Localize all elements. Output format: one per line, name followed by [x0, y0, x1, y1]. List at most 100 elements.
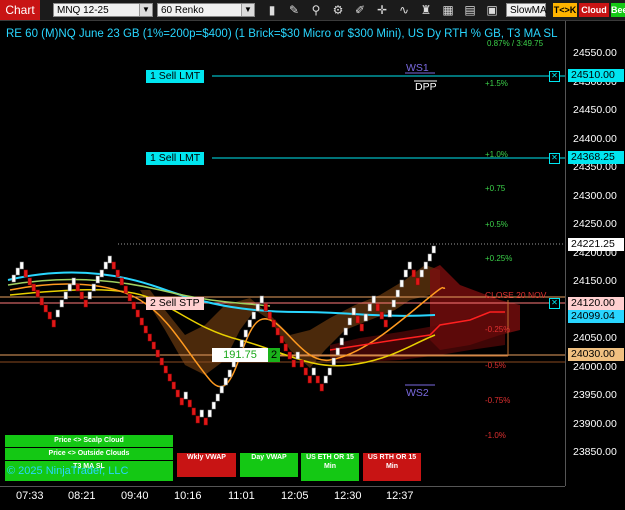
up-brick: [423, 261, 428, 270]
down-brick: [83, 299, 88, 308]
cloud-button[interactable]: Cloud: [579, 3, 609, 17]
price-tick: 24250.00: [573, 218, 617, 230]
layout-icon[interactable]: ▤: [462, 2, 478, 18]
crosshair-icon[interactable]: ✛: [374, 2, 390, 18]
down-brick: [287, 351, 292, 360]
snapshot-icon[interactable]: ▣: [484, 2, 500, 18]
up-brick: [427, 253, 432, 262]
down-brick: [47, 311, 52, 320]
up-brick: [347, 317, 352, 326]
sell-lmt-order-1[interactable]: 1 Sell LMT: [146, 70, 205, 83]
up-brick: [311, 367, 316, 376]
up-brick: [335, 347, 340, 356]
pct-label: +0.25%: [485, 254, 513, 263]
time-tick: 12:37: [386, 490, 414, 502]
price-tick: 23900.00: [573, 417, 617, 430]
study-selector[interactable]: SlowMA: [506, 3, 547, 17]
us-rth-or-button[interactable]: US RTH OR 15 Min: [363, 453, 421, 481]
price-tick: 24000.00: [573, 360, 617, 373]
up-brick: [331, 357, 336, 366]
down-brick: [23, 269, 28, 278]
down-brick: [27, 277, 32, 286]
down-brick: [167, 373, 172, 382]
up-brick: [367, 303, 372, 312]
up-brick: [343, 327, 348, 336]
up-brick: [103, 261, 108, 270]
properties-icon[interactable]: ⚙: [330, 2, 346, 18]
cancel-order-icon[interactable]: ✕: [549, 71, 560, 82]
tc-toggle-button[interactable]: T<>K: [553, 3, 577, 17]
up-brick: [55, 309, 60, 318]
toolbar: Chart MNQ 12-25 ▼ 60 Renko ▼ ▮ ✎ ⚲ ⚙ ✐ ✛…: [0, 0, 625, 21]
down-brick: [151, 341, 156, 350]
ws2-label: WS2: [406, 387, 429, 399]
up-brick: [407, 261, 412, 270]
down-brick: [267, 311, 272, 320]
wkly-vwap-button[interactable]: Wkly VWAP: [177, 453, 236, 477]
chevron-down-icon: ▼: [139, 4, 152, 16]
down-brick: [379, 311, 384, 320]
down-brick: [271, 319, 276, 328]
down-brick: [123, 285, 128, 294]
pct-label: +1.0%: [485, 150, 508, 159]
up-brick: [363, 313, 368, 322]
us-eth-or-button[interactable]: US ETH OR 15 Min: [301, 453, 359, 481]
down-brick: [291, 359, 296, 368]
down-brick: [31, 283, 36, 292]
time-tick: 12:05: [281, 490, 309, 502]
bar-chart-icon[interactable]: ▮: [264, 2, 280, 18]
down-brick: [383, 319, 388, 328]
strategies-icon[interactable]: ♜: [418, 2, 434, 18]
sell-stp-order[interactable]: 2 Sell STP: [146, 297, 204, 310]
down-brick: [171, 381, 176, 390]
up-brick: [67, 283, 72, 292]
ws1-label: WS1: [406, 62, 429, 74]
drawing-tools-icon[interactable]: ✐: [352, 2, 368, 18]
scalp-cloud-button[interactable]: Price <> Scalp Cloud: [5, 435, 173, 447]
position-avg-price[interactable]: 191.75: [212, 348, 268, 362]
zoom-icon[interactable]: ⚲: [308, 2, 324, 18]
cancel-order-icon[interactable]: ✕: [549, 153, 560, 164]
up-brick: [199, 409, 204, 418]
time-tick: 11:01: [228, 490, 255, 502]
pct-label: +1.5%: [485, 79, 508, 88]
sell-lmt-order-2[interactable]: 1 Sell LMT: [146, 152, 205, 165]
down-brick: [375, 303, 380, 312]
cyan-ma-price-tag: 24099.04: [568, 310, 624, 323]
down-brick: [139, 317, 144, 326]
sell-lmt-1-price-tag: 24510.00: [568, 69, 624, 82]
indicators-icon[interactable]: ∿: [396, 2, 412, 18]
instrument-selector[interactable]: MNQ 12-25 ▼: [53, 3, 153, 17]
up-brick: [95, 275, 100, 284]
data-box-icon[interactable]: ▦: [440, 2, 456, 18]
up-brick: [419, 269, 424, 278]
down-brick: [319, 383, 324, 392]
price-tick: 24450.00: [573, 104, 617, 116]
price-chart[interactable]: [0, 21, 565, 486]
up-brick: [223, 377, 228, 386]
cancel-order-icon[interactable]: ✕: [549, 298, 560, 309]
down-brick: [39, 297, 44, 306]
chart-tab[interactable]: Chart: [0, 0, 40, 20]
beep-button[interactable]: Beep: [611, 3, 625, 17]
up-brick: [99, 269, 104, 278]
up-brick: [403, 269, 408, 278]
pencil-icon[interactable]: ✎: [286, 2, 302, 18]
pct-label: -1.0%: [485, 431, 506, 440]
position-quantity[interactable]: 2: [268, 348, 280, 362]
interval-selector[interactable]: 60 Renko ▼: [157, 3, 255, 17]
up-brick: [243, 329, 248, 338]
pct-label: +0.75: [485, 184, 506, 193]
down-brick: [51, 319, 56, 328]
day-vwap-button[interactable]: Day VWAP: [240, 453, 298, 477]
price-tick: 23850.00: [573, 446, 617, 458]
up-brick: [247, 319, 252, 328]
down-brick: [143, 325, 148, 334]
up-brick: [91, 283, 96, 292]
down-brick: [43, 304, 48, 313]
outside-clouds-button[interactable]: Price <> Outside Clouds: [5, 448, 173, 460]
down-brick: [75, 283, 80, 292]
down-brick: [127, 293, 132, 302]
study-label: SlowMA: [510, 5, 547, 16]
down-brick: [131, 301, 136, 310]
